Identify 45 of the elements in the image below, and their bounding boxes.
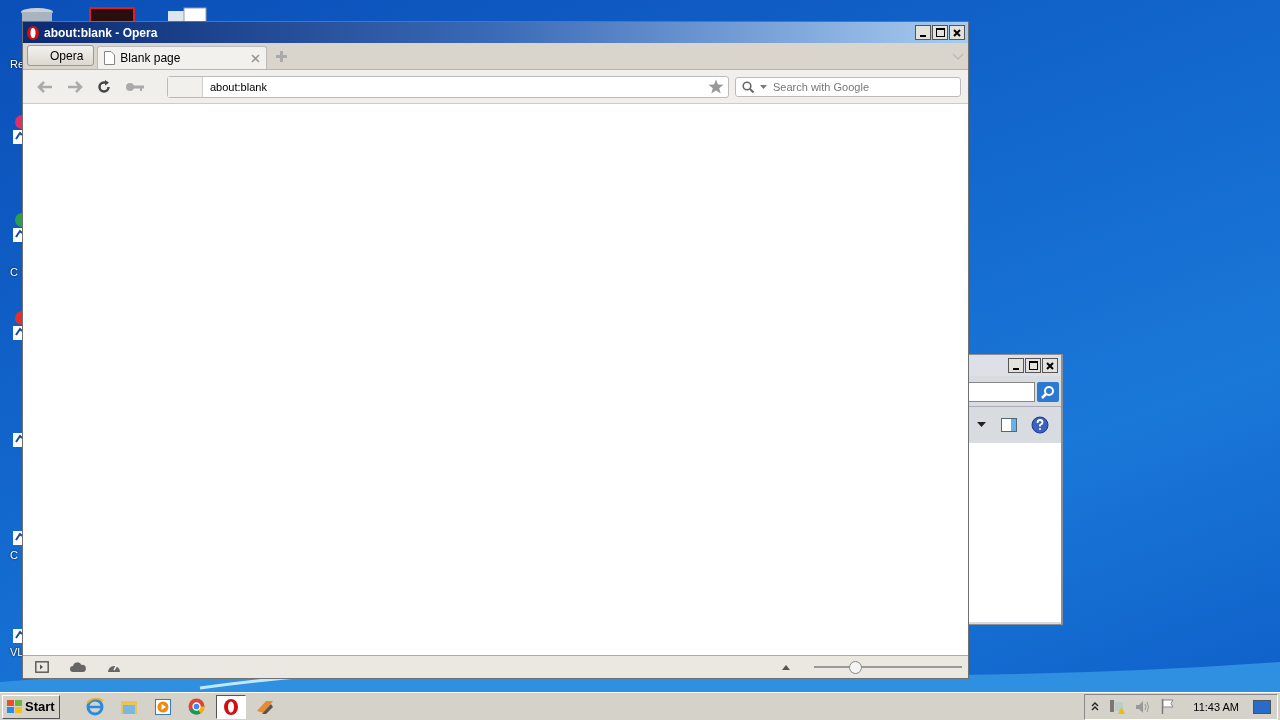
search-icon[interactable] [742,80,754,93]
network-warning-icon[interactable] [1109,698,1126,715]
address-bar[interactable]: about:blank [167,75,729,98]
folder-icon [119,698,138,715]
clock[interactable]: 11:43 AM [1193,700,1239,713]
caret-icon[interactable] [977,422,987,428]
chrome-icon [188,698,206,715]
opera-logo-icon [222,697,239,716]
maximize-button[interactable] [932,25,948,40]
cloud-icon[interactable] [70,662,86,672]
search-icon[interactable] [1037,382,1059,402]
show-hidden-icons-icon[interactable] [1091,702,1100,711]
close-button[interactable] [1042,358,1058,373]
close-icon [1045,360,1055,371]
search-field[interactable] [969,382,1035,402]
windows-logo-icon [7,699,22,714]
desktop-icon-label: C [10,549,18,561]
internet-explorer-icon [85,697,104,716]
bookmark-star-icon[interactable] [708,79,724,94]
tab[interactable]: Blank page [97,46,268,69]
maximize-button[interactable] [1025,358,1041,373]
minimize-button[interactable] [1008,358,1024,373]
window-title: about:blank - Opera [44,25,158,40]
reload-icon[interactable] [97,79,111,94]
taskbar-app-button[interactable] [215,694,246,719]
panel-toggle-icon[interactable] [35,661,49,673]
minimize-button[interactable] [915,25,931,40]
zoom-slider[interactable] [814,660,962,674]
desktop-icon-label: VL [10,646,24,658]
show-desktop-icon[interactable] [1253,699,1271,714]
close-button[interactable] [949,25,965,40]
opera-menu-button[interactable]: Opera [27,45,95,66]
preview-pane-icon[interactable] [1001,418,1017,432]
flag-icon[interactable] [1161,699,1176,714]
close-icon [952,27,962,38]
close-tab-icon[interactable] [251,53,261,63]
opera-logo-icon [26,24,40,41]
app-icon [255,698,274,715]
search-field[interactable]: Search with Google [735,76,961,97]
help-icon[interactable] [1031,416,1049,434]
start-button[interactable]: Start [2,694,60,719]
page-icon [104,51,116,65]
up-arrow-icon[interactable] [782,664,790,670]
media-player-icon [154,698,171,715]
desktop-icon-label: C [10,266,18,278]
